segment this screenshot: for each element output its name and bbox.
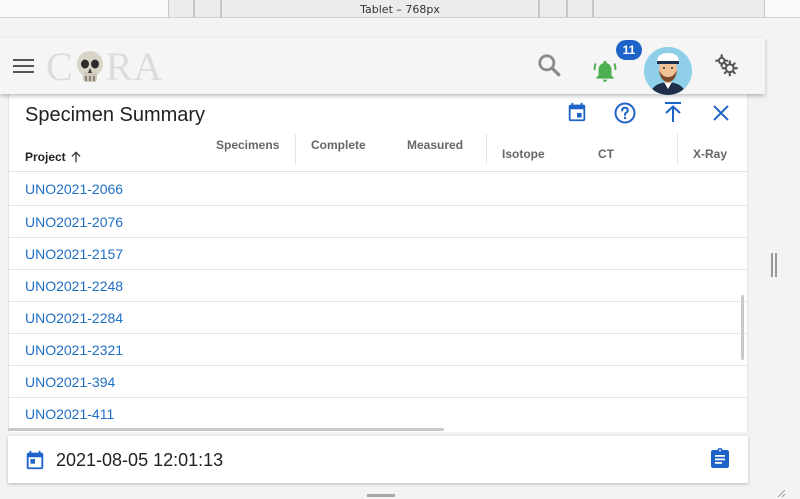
bell-icon[interactable] [592,58,618,84]
project-link[interactable]: UNO2021-411 [25,406,114,422]
skull-icon [76,51,103,82]
viewport-ruler: Tablet – 768px [0,0,800,18]
scroll-top-icon[interactable] [661,100,685,124]
table-row: UNO2021-2157 [9,237,747,269]
card-title: Specimen Summary [25,104,206,126]
table-row: UNO2021-411 [9,397,747,429]
bottom-resize-handle[interactable] [367,494,395,497]
viewport-label: Tablet – 768px [360,3,440,16]
project-link[interactable]: UNO2021-2248 [25,278,123,294]
footer-bar: 2021-08-05 12:01:13 [8,436,748,483]
column-divider [486,134,487,164]
calendar-icon[interactable] [566,101,588,123]
column-header-label: Project [25,150,66,164]
project-link[interactable]: UNO2021-2076 [25,214,123,230]
project-link[interactable]: UNO2021-2284 [25,310,123,326]
resize-handle[interactable] [771,253,777,277]
horizontal-scrollbar[interactable] [8,428,444,431]
project-link[interactable]: UNO2021-394 [25,374,115,390]
table-row: UNO2021-2321 [9,333,747,365]
column-header-isotope[interactable]: Isotope [502,147,545,161]
column-header-measured[interactable]: Measured [407,138,463,152]
help-icon[interactable] [613,101,637,125]
logo-letters: RA [105,44,164,89]
app-bar: C RA 11 [0,38,765,95]
table-row: UNO2021-2076 [9,205,747,237]
table-body: UNO2021-2066 UNO2021-2076 UNO2021-2157 U… [9,173,747,432]
arrow-up-icon [71,151,81,163]
column-header-xray[interactable]: X-Ray [693,147,727,161]
corner-resize-handle[interactable] [776,488,786,498]
avatar-image [644,47,692,95]
project-link[interactable]: UNO2021-2321 [25,342,123,358]
column-divider [677,134,678,164]
column-header-ct[interactable]: CT [598,147,614,161]
gears-icon[interactable] [713,52,739,78]
app-logo[interactable]: C RA [46,44,164,89]
notification-count-badge: 11 [616,40,642,60]
column-header-complete[interactable]: Complete [311,138,366,152]
search-icon[interactable] [536,52,562,78]
logo-letter: C [46,44,74,89]
table-row: UNO2021-394 [9,365,747,397]
vertical-scrollbar[interactable] [741,295,744,360]
specimen-summary-card: Specimen Summary Project Specimens Compl… [8,94,748,432]
table-row: UNO2021-2284 [9,301,747,333]
table-row: UNO2021-2066 [9,173,747,205]
clipboard-icon[interactable] [708,447,732,471]
summary-datetime: 2021-08-05 12:01:13 [56,450,224,470]
table-row: UNO2021-2248 [9,269,747,301]
user-avatar[interactable] [644,47,692,95]
project-link[interactable]: UNO2021-2157 [25,246,123,262]
calendar-icon [26,450,44,470]
close-icon[interactable] [710,102,732,124]
menu-icon[interactable] [13,59,34,75]
column-header-specimens[interactable]: Specimens [216,138,279,152]
app-window: Tablet – 768px C RA 11 Specimen Summary … [0,0,800,499]
column-header-project[interactable]: Project [25,147,83,164]
project-link[interactable]: UNO2021-2066 [25,181,123,197]
table-header: Project Specimens Complete Measured Isot… [9,130,747,172]
column-divider [295,134,296,164]
